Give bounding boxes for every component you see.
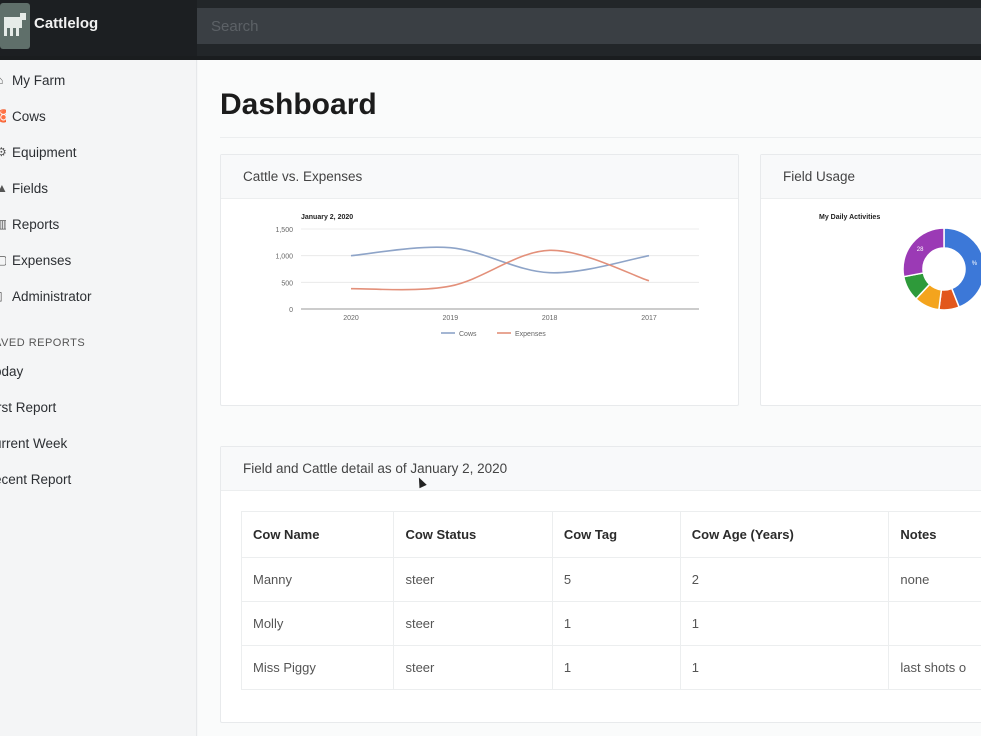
cell-cow-age: 1 xyxy=(679,601,890,646)
sidebar-item-label: Equipment xyxy=(12,144,77,160)
search-input[interactable] xyxy=(197,8,981,44)
slice-label: 28 xyxy=(917,247,924,253)
cell-cow-age: 1 xyxy=(679,645,890,690)
legend-label: Cows xyxy=(459,331,477,338)
column-header[interactable]: Cow Age (Years) xyxy=(679,511,890,558)
table-row[interactable]: Molly steer 1 1 xyxy=(240,601,981,646)
sidebar-item-label: My Farm xyxy=(12,72,66,88)
x-tick-label: 2017 xyxy=(641,315,657,322)
cow-icon: ♉ xyxy=(0,109,6,123)
saved-report-today[interactable]: oday xyxy=(0,364,23,379)
column-header[interactable]: Cow Name xyxy=(240,511,395,558)
cell-notes: last shots o xyxy=(888,645,981,690)
column-header[interactable]: Cow Status xyxy=(393,511,553,558)
app-name: Cattlelog xyxy=(34,15,99,32)
table-row[interactable]: Manny steer 5 2 none xyxy=(240,557,981,602)
chart-title: January 2, 2020 xyxy=(301,214,353,221)
main-content: Dashboard Cattle vs. Expenses January 2,… xyxy=(198,60,981,736)
sidebar-item-administrator[interactable]: ▯ Administrator xyxy=(0,281,92,311)
sidebar-item-cows[interactable]: ♉ Cows xyxy=(0,101,46,131)
x-tick-label: 2020 xyxy=(343,315,359,322)
cell-cow-name: Molly xyxy=(240,601,395,646)
column-header[interactable]: Cow Tag xyxy=(551,511,681,558)
cattle-table: Cow Name Cow Status Cow Tag Cow Age (Yea… xyxy=(240,511,981,690)
cell-cow-status: steer xyxy=(393,645,553,690)
cow-logo-icon xyxy=(0,3,30,49)
table-header-row: Cow Name Cow Status Cow Tag Cow Age (Yea… xyxy=(240,511,981,558)
cell-cow-status: steer xyxy=(393,557,553,602)
page-title: Dashboard xyxy=(220,88,377,121)
brand[interactable]: Cattlelog xyxy=(0,0,197,56)
sidebar-item-label: Cows xyxy=(12,108,46,124)
sidebar-item-expenses[interactable]: ▢ Expenses xyxy=(0,245,71,275)
series-line-expenses xyxy=(350,249,650,291)
legend-label: Expenses xyxy=(515,331,546,338)
cell-cow-name: Miss Piggy xyxy=(240,645,395,690)
sidebar-item-label: Reports xyxy=(12,216,60,232)
card-header: Cattle vs. Expenses xyxy=(221,155,738,199)
sidebar-item-reports[interactable]: ▥ Reports xyxy=(0,209,59,239)
card-title: Cattle vs. Expenses xyxy=(243,169,363,184)
sidebar-item-label: Administrator xyxy=(12,288,92,304)
cell-cow-status: steer xyxy=(393,601,553,646)
card-header: Field and Cattle detail as of January 2,… xyxy=(221,447,981,491)
cell-cow-age: 2 xyxy=(679,557,890,602)
slice-label: % xyxy=(972,261,978,267)
saved-report-recent[interactable]: ecent Report xyxy=(0,472,71,487)
sidebar-item-my-farm[interactable]: ⌂ My Farm xyxy=(0,65,65,95)
donut-chart-svg: My Daily Activities% 28 xyxy=(819,214,981,311)
cell-cow-tag: 1 xyxy=(551,601,681,646)
sidebar-item-equipment[interactable]: ⚙ Equipment xyxy=(0,137,77,167)
card-header: Field Usage xyxy=(761,155,981,199)
chart-icon: ▥ xyxy=(0,217,6,231)
line-chart: January 2, 2020 0 500 1,000 1,500 2020 2019 201… xyxy=(241,203,721,358)
cell-cow-name: Manny xyxy=(240,557,395,602)
sidebar-item-label: Expenses xyxy=(12,252,72,268)
card-title: Field and Cattle detail as of January 2,… xyxy=(243,461,508,476)
line-chart-svg: January 2, 2020 0 500 1,000 1,500 2020 2019 201… xyxy=(275,214,699,338)
y-tick-label: 500 xyxy=(281,280,293,287)
cell-notes: none xyxy=(888,557,981,602)
detail-card: Field and Cattle detail as of January 2,… xyxy=(220,446,981,723)
saved-report-first[interactable]: irst Report xyxy=(0,400,56,415)
sidebar-item-label: Fields xyxy=(12,180,49,196)
card-title: Field Usage xyxy=(783,169,856,184)
title-divider xyxy=(220,137,981,138)
y-tick-label: 1,000 xyxy=(275,254,293,261)
y-tick-label: 0 xyxy=(289,307,293,314)
cell-cow-tag: 5 xyxy=(551,557,681,602)
donut-chart: My Daily Activities% 28 xyxy=(801,203,981,328)
search-bar[interactable] xyxy=(197,8,981,44)
home-icon: ⌂ xyxy=(0,73,6,87)
sidebar: ⌂ My Farm ♉ Cows ⚙ Equipment ▲ Fields ▥ … xyxy=(0,60,197,736)
y-tick-label: 1,500 xyxy=(275,227,293,234)
x-tick-label: 2019 xyxy=(443,315,459,322)
cattle-expenses-card: Cattle vs. Expenses January 2, 2020 0 500 1… xyxy=(220,154,739,406)
saved-report-current-week[interactable]: urrent Week xyxy=(0,436,67,451)
saved-reports-heading: AVED REPORTS xyxy=(0,337,86,349)
money-icon: ▢ xyxy=(0,253,6,267)
cell-notes xyxy=(888,601,981,646)
cell-cow-tag: 1 xyxy=(551,645,681,690)
sidebar-item-fields[interactable]: ▲ Fields xyxy=(0,173,48,203)
x-tick-label: 2018 xyxy=(542,315,558,322)
donut-slice xyxy=(902,227,945,278)
field-icon: ▲ xyxy=(0,181,6,195)
field-usage-card: Field Usage My Daily Activities% 28 xyxy=(760,154,981,406)
table-row[interactable]: Miss Piggy steer 1 1 last shots o xyxy=(240,645,981,690)
chart-title: My Daily Activities xyxy=(819,214,880,221)
tractor-icon: ⚙ xyxy=(0,145,6,159)
series-line-cows xyxy=(350,246,650,274)
admin-icon: ▯ xyxy=(0,289,6,303)
column-header[interactable]: Notes xyxy=(888,511,981,558)
